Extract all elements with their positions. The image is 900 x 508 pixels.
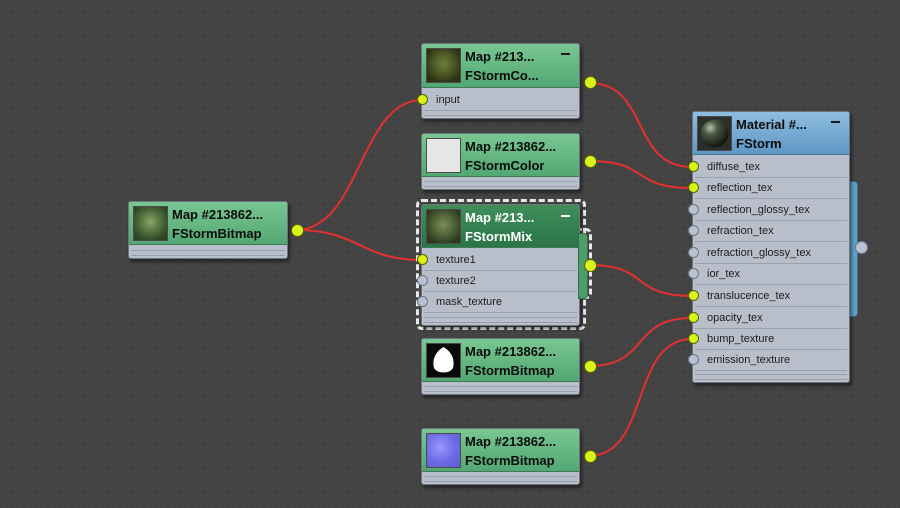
leaf-texture-thumbnail	[426, 48, 461, 83]
input-port[interactable]	[688, 182, 699, 193]
node-type: FStormCo...	[465, 68, 539, 83]
wire-opacity-map-to-opacity	[588, 317, 693, 367]
sphere-icon	[700, 119, 729, 148]
collapse-icon[interactable]	[561, 215, 570, 217]
port-label: translucence_tex	[707, 290, 791, 302]
port-row[interactable]: ior_tex	[688, 264, 847, 285]
material-output-port[interactable]	[855, 241, 868, 254]
port-row[interactable]: refraction_tex	[688, 221, 847, 242]
wire-cc-to-diffuse	[588, 82, 693, 168]
port-label: texture1	[436, 254, 476, 266]
input-port[interactable]	[688, 333, 699, 344]
input-port[interactable]	[688, 268, 699, 279]
output-port[interactable]	[584, 76, 597, 89]
node-header[interactable]: Map #213... FStormCo...	[422, 44, 579, 88]
node-title: Material #...	[736, 117, 807, 132]
port-label: input	[436, 94, 460, 106]
input-port[interactable]	[688, 247, 699, 258]
node-fstorm-mix[interactable]: Map #213... FStormMix texture1 texture2 …	[417, 204, 597, 326]
white-swatch-thumbnail	[426, 138, 461, 173]
node-title: Map #213...	[465, 49, 535, 64]
node-fstorm-colorcorrect[interactable]: Map #213... FStormCo... input	[417, 43, 597, 119]
port-row[interactable]: opacity_tex	[688, 308, 847, 329]
node-type: FStormMix	[465, 229, 533, 244]
wire-bitmap-to-mix-texture1	[295, 229, 423, 261]
collapse-icon[interactable]	[561, 53, 570, 55]
port-label: texture2	[436, 275, 476, 287]
port-label: ior_tex	[707, 268, 741, 280]
node-fstorm-material[interactable]: Material #... FStorm diffuse_tex reflect…	[688, 111, 850, 383]
input-port[interactable]	[688, 161, 699, 172]
port-row[interactable]: emission_texture	[688, 350, 847, 371]
port-row[interactable]: input	[417, 90, 577, 111]
port-label: mask_texture	[436, 296, 503, 308]
node-title: Map #213862...	[465, 344, 557, 359]
port-row[interactable]: refraction_glossy_tex	[688, 243, 847, 264]
node-header[interactable]: Map #213862... FStormColor	[422, 134, 579, 177]
node-header[interactable]: Map #213... FStormMix	[422, 205, 579, 248]
port-label: opacity_tex	[707, 312, 763, 324]
node-title: Map #213862...	[465, 139, 557, 154]
leaf-mask-thumbnail	[426, 343, 461, 378]
output-port[interactable]	[584, 259, 597, 272]
input-port[interactable]	[417, 254, 428, 265]
node-header[interactable]: Map #213862... FStormBitmap	[422, 339, 579, 382]
wire-normal-map-to-bump	[588, 338, 693, 457]
port-row[interactable]: texture2	[417, 271, 577, 292]
normal-map-thumbnail	[426, 433, 461, 468]
leaf-texture-thumbnail	[133, 206, 168, 241]
node-header[interactable]: Material #... FStorm	[693, 112, 849, 155]
node-fstorm-bitmap-normal[interactable]: Map #213862... FStormBitmap	[421, 428, 597, 485]
node-header[interactable]: Map #213862... FStormBitmap	[422, 429, 579, 472]
output-port[interactable]	[584, 155, 597, 168]
port-label: refraction_glossy_tex	[707, 247, 811, 259]
port-row[interactable]: reflection_glossy_tex	[688, 200, 847, 221]
node-type: FStorm	[736, 136, 782, 151]
wire-bitmap-to-cc-input	[295, 99, 423, 231]
node-type: FStormBitmap	[172, 226, 262, 241]
input-port[interactable]	[688, 312, 699, 323]
output-port[interactable]	[584, 360, 597, 373]
port-row[interactable]: texture1	[417, 250, 577, 271]
port-row[interactable]: mask_texture	[417, 292, 577, 313]
node-fstorm-bitmap-opacity[interactable]: Map #213862... FStormBitmap	[421, 338, 597, 395]
port-label: refraction_tex	[707, 225, 774, 237]
port-label: bump_texture	[707, 333, 775, 345]
input-port[interactable]	[688, 290, 699, 301]
node-fstorm-bitmap-source[interactable]: Map #213862... FStormBitmap	[128, 201, 304, 259]
output-port[interactable]	[291, 224, 304, 237]
leaf-mask-icon	[433, 347, 454, 373]
input-port[interactable]	[417, 275, 428, 286]
wire-mix-to-translucence	[588, 264, 693, 297]
port-row[interactable]: diffuse_tex	[688, 157, 847, 178]
leaf-texture-thumbnail	[426, 209, 461, 244]
node-type: FStormBitmap	[465, 453, 555, 468]
node-header[interactable]: Map #213862... FStormBitmap	[129, 202, 287, 245]
port-row[interactable]: translucence_tex	[688, 286, 847, 307]
output-port[interactable]	[584, 450, 597, 463]
input-port[interactable]	[688, 225, 699, 236]
port-row[interactable]: reflection_tex	[688, 178, 847, 199]
node-title: Map #213862...	[465, 434, 557, 449]
node-type: FStormBitmap	[465, 363, 555, 378]
port-label: reflection_tex	[707, 182, 773, 194]
node-type: FStormColor	[465, 158, 545, 173]
port-label: emission_texture	[707, 354, 791, 366]
port-label: reflection_glossy_tex	[707, 204, 810, 216]
collapse-icon[interactable]	[831, 121, 840, 123]
port-label: diffuse_tex	[707, 161, 761, 173]
input-port[interactable]	[417, 94, 428, 105]
input-port[interactable]	[417, 296, 428, 307]
node-title: Map #213...	[465, 210, 535, 225]
material-sphere-thumbnail	[697, 116, 732, 151]
input-port[interactable]	[688, 204, 699, 215]
wire-color-to-reflection	[588, 160, 693, 189]
node-title: Map #213862...	[172, 207, 264, 222]
port-row[interactable]: bump_texture	[688, 329, 847, 350]
input-port[interactable]	[688, 354, 699, 365]
node-fstorm-color[interactable]: Map #213862... FStormColor	[421, 133, 597, 190]
